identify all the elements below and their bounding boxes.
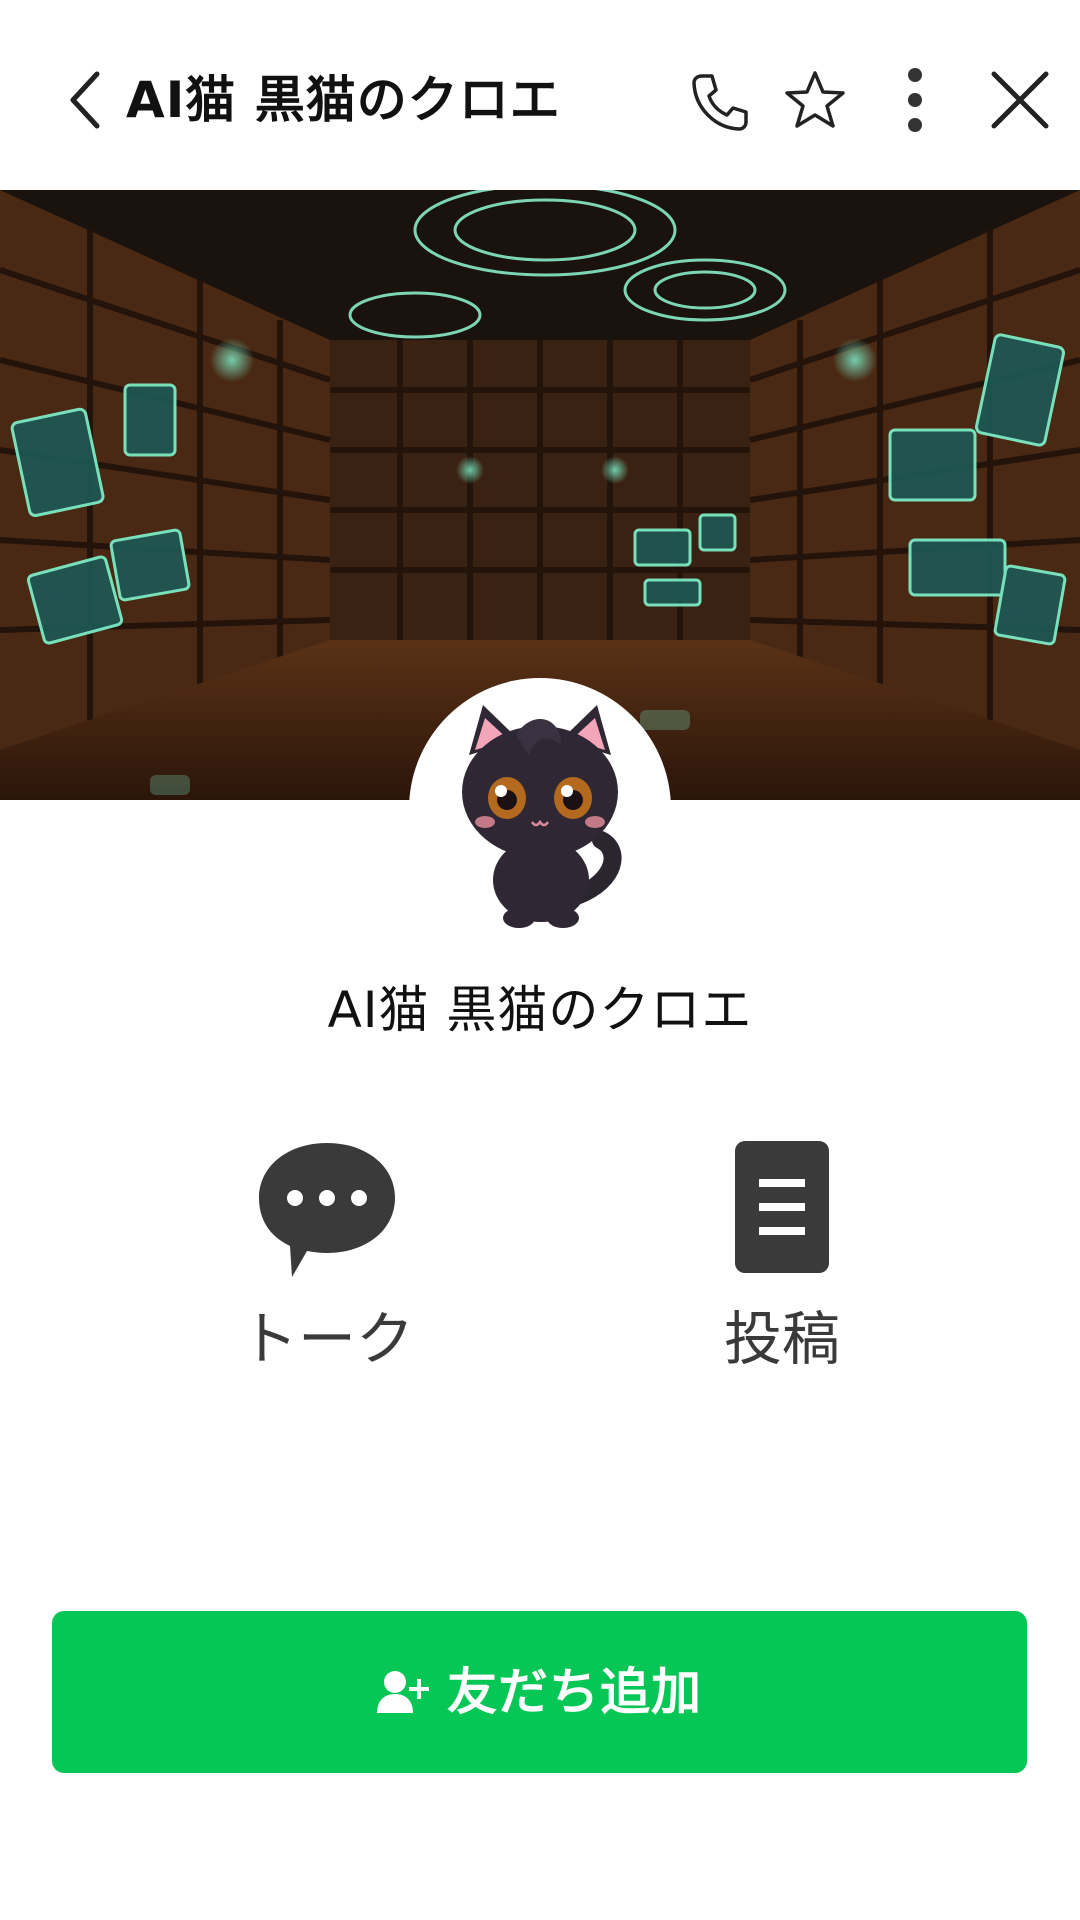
posts-button[interactable]: 投稿	[662, 1135, 902, 1395]
talk-label: トーク	[239, 1305, 414, 1373]
chevron-left-icon	[70, 71, 100, 129]
more-vertical-icon	[908, 68, 922, 132]
black-cat-avatar	[411, 680, 669, 938]
call-button[interactable]	[680, 62, 760, 142]
header-title: AI猫 黒猫のクロエ	[126, 71, 561, 129]
profile-screen: AI猫 黒猫のクロエ AI猫 黒猫のクロエ トーク 投稿 友だち追加	[0, 0, 1080, 1920]
add-user-icon	[377, 1671, 429, 1713]
star-icon	[785, 71, 845, 128]
close-button[interactable]	[980, 60, 1060, 140]
add-friend-label: 友だち追加	[447, 1663, 702, 1721]
favorite-button[interactable]	[775, 60, 855, 140]
header-bar: AI猫 黒猫のクロエ	[0, 0, 1080, 190]
posts-label: 投稿	[723, 1305, 840, 1373]
phone-icon	[692, 74, 748, 131]
more-menu-button[interactable]	[885, 60, 945, 140]
back-button[interactable]	[55, 60, 115, 140]
speech-bubble-icon	[259, 1143, 395, 1277]
add-friend-button[interactable]: 友だち追加	[52, 1611, 1027, 1773]
talk-button[interactable]: トーク	[207, 1135, 447, 1395]
post-document-icon	[735, 1141, 829, 1273]
close-icon	[991, 71, 1049, 129]
profile-name: AI猫 黒猫のクロエ	[327, 981, 753, 1039]
profile-avatar[interactable]	[411, 680, 669, 938]
